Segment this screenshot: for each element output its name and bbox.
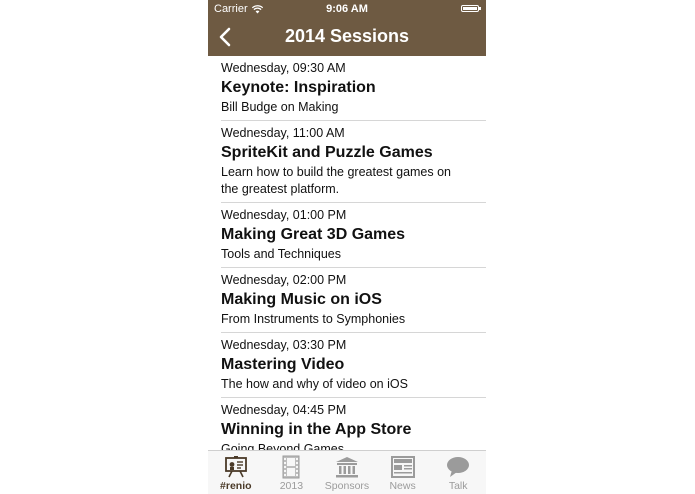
session-subtitle: Learn how to build the greatest games on… [221, 165, 452, 196]
session-subtitle: Tools and Techniques [221, 247, 341, 261]
session-time: Wednesday, 01:00 PM [221, 208, 347, 222]
sessions-list[interactable]: Wednesday, 09:30 AM Keynote: Inspiration… [208, 56, 486, 450]
session-title: Making Great 3D Games [221, 226, 406, 243]
session-title: Winning in the App Store [221, 421, 412, 438]
speech-bubble-icon [447, 457, 470, 477]
session-subtitle: The how and why of video on iOS [221, 377, 408, 391]
tab-label: #renio [220, 480, 252, 492]
session-row[interactable]: Wednesday, 02:00 PM Making Music on iOS … [208, 268, 486, 333]
status-time: 9:06 AM [326, 3, 368, 15]
tab-label: Talk [448, 480, 468, 492]
page-title: 2014 Sessions [284, 26, 410, 46]
session-subtitle: Going Beyond Games [221, 442, 344, 450]
session-time: Wednesday, 11:00 AM [221, 126, 345, 140]
session-row[interactable]: Wednesday, 04:45 PM Winning in the App S… [208, 398, 486, 450]
session-row[interactable]: Wednesday, 11:00 AM SpriteKit and Puzzle… [208, 121, 486, 203]
tab-2013[interactable]: 2013 [264, 451, 320, 494]
tab-renio[interactable]: #renio [208, 451, 264, 494]
tab-bar: #renio 2013 Sponsors News Talk [208, 450, 486, 494]
tab-label: News [389, 480, 416, 492]
battery-icon [461, 5, 481, 12]
app-screen: Carrier 9:06 AM 2014 Sessions Wednesday,… [208, 0, 486, 494]
newspaper-icon [390, 456, 415, 478]
tab-sponsors[interactable]: Sponsors [319, 451, 375, 494]
session-title: Mastering Video [221, 356, 345, 373]
session-time: Wednesday, 02:00 PM [221, 273, 347, 287]
session-row[interactable]: Wednesday, 09:30 AM Keynote: Inspiration… [208, 56, 486, 121]
status-bar: Carrier 9:06 AM [208, 0, 486, 18]
navigation-bar: 2014 Sessions [208, 18, 486, 56]
tab-talk[interactable]: Talk [430, 451, 486, 494]
session-title: Keynote: Inspiration [221, 79, 376, 96]
bank-building-icon [335, 457, 358, 478]
session-title: Making Music on iOS [221, 291, 382, 308]
presentation-icon [224, 456, 247, 478]
session-time: Wednesday, 09:30 AM [221, 61, 346, 75]
session-row[interactable]: Wednesday, 01:00 PM Making Great 3D Game… [208, 203, 486, 268]
session-row[interactable]: Wednesday, 03:30 PM Mastering Video The … [208, 333, 486, 398]
session-title: SpriteKit and Puzzle Games [221, 144, 433, 161]
session-time: Wednesday, 03:30 PM [221, 338, 347, 352]
session-subtitle: Bill Budge on Making [221, 100, 339, 114]
tab-label: Sponsors [324, 480, 370, 492]
tab-label: 2013 [279, 480, 304, 492]
film-strip-icon [282, 455, 300, 479]
session-subtitle: From Instruments to Symphonies [221, 312, 406, 326]
session-time: Wednesday, 04:45 PM [221, 403, 347, 417]
tab-news[interactable]: News [375, 451, 431, 494]
